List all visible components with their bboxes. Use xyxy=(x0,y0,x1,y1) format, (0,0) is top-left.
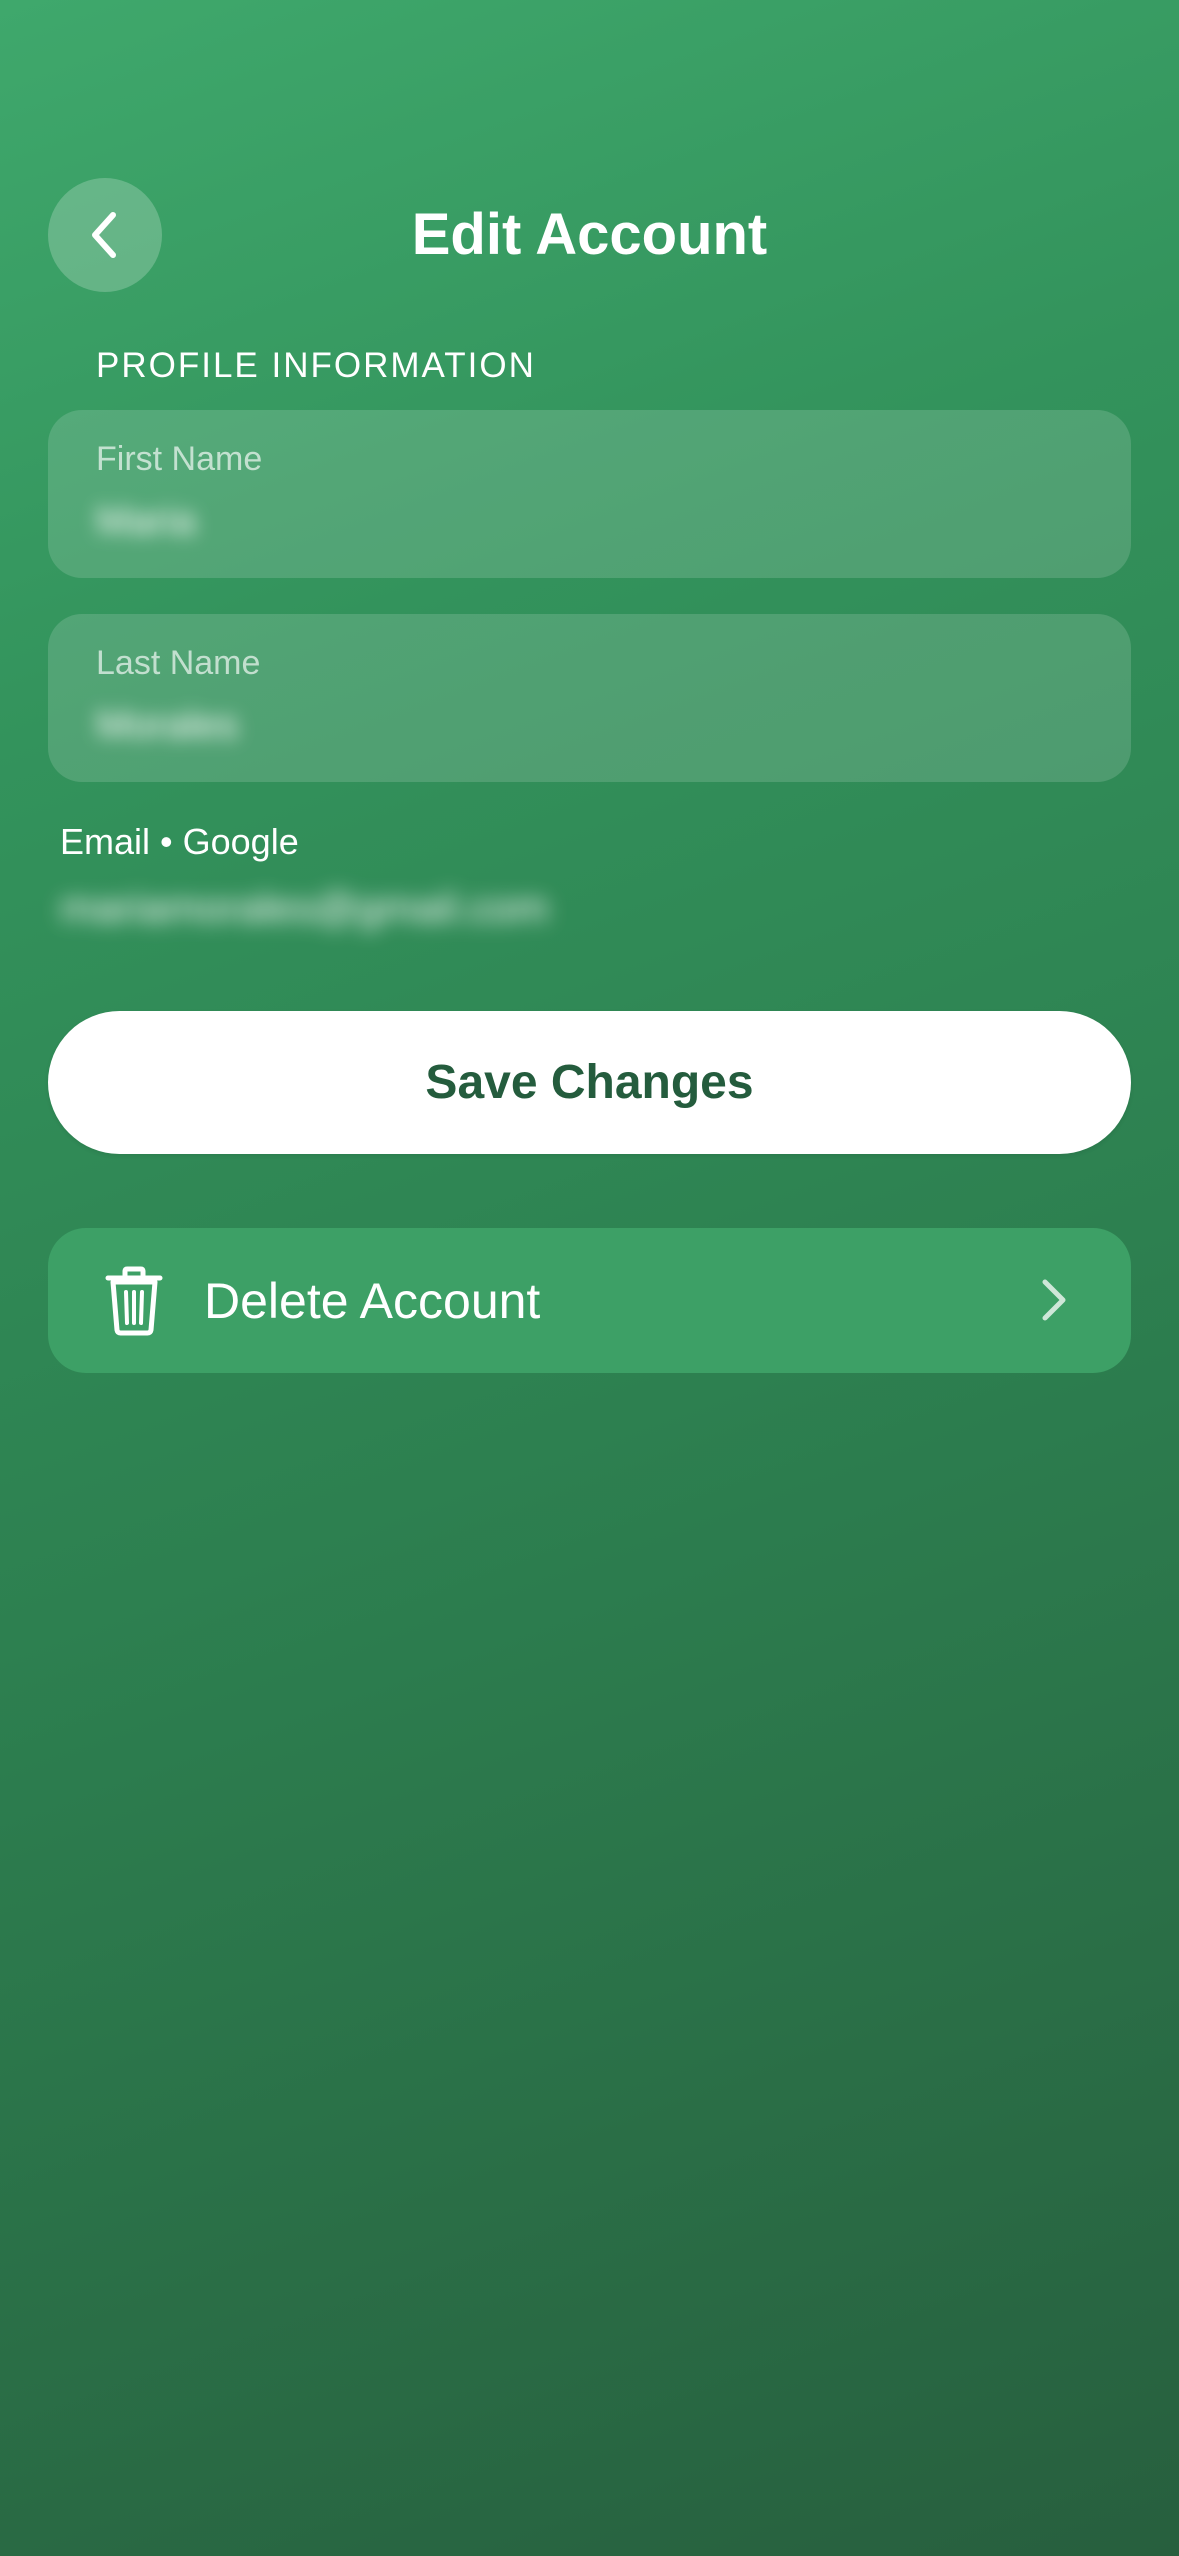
first-name-field[interactable]: First Name Maria xyxy=(48,410,1131,578)
page-title: Edit Account xyxy=(411,202,768,267)
delete-account-label: Delete Account xyxy=(204,1273,541,1329)
chevron-right-icon xyxy=(1042,1279,1066,1321)
last-name-value[interactable]: Morales xyxy=(96,700,238,750)
delete-account-button[interactable]: Delete Account xyxy=(48,1228,1131,1373)
trash-icon xyxy=(105,1266,163,1336)
profile-section-heading: PROFILE INFORMATION xyxy=(96,346,536,385)
save-changes-button[interactable]: Save Changes xyxy=(48,1011,1131,1154)
last-name-label: Last Name xyxy=(96,644,261,682)
email-label: Email • Google xyxy=(60,821,299,862)
first-name-label: First Name xyxy=(96,440,263,478)
email-value: mariamorales@gmail.com xyxy=(60,884,549,931)
first-name-value[interactable]: Maria xyxy=(96,496,196,546)
last-name-field[interactable]: Last Name Morales xyxy=(48,614,1131,782)
